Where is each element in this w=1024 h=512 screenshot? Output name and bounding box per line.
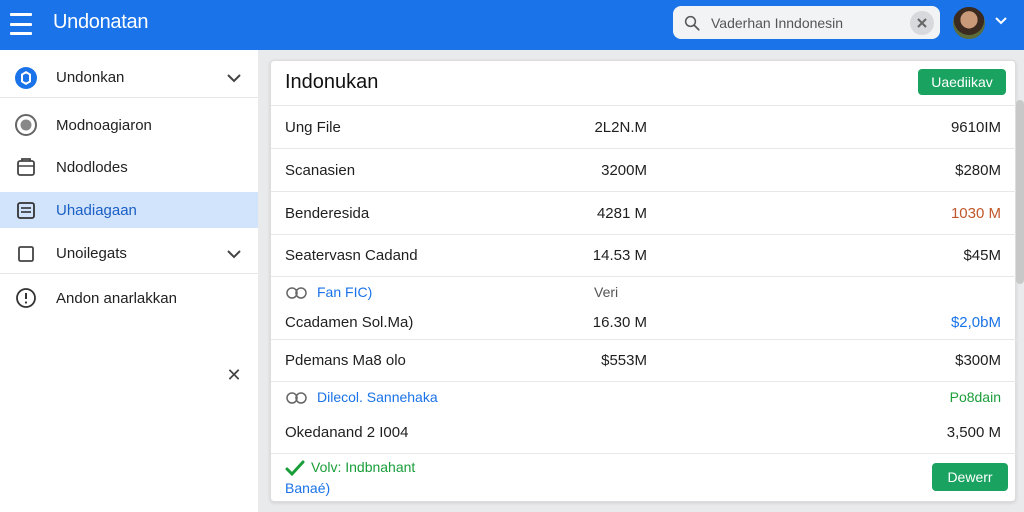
row-amount: 9610IM: [950, 119, 1001, 136]
sidebar-item-label: Undonkan: [56, 69, 125, 86]
sidebar: Undonkan Modnoagiaron Ndodlodes Uhadiaga…: [0, 50, 258, 512]
table-row[interactable]: Pdemans Ma8 olo $553M $300M: [271, 339, 1017, 381]
scrollbar-thumb[interactable]: [1016, 100, 1024, 284]
table-row[interactable]: Ung File 2L2N.M 9610IM: [271, 105, 1017, 148]
top-app-bar: Undonatan Vaderhan Inndonesin: [0, 0, 1024, 50]
user-avatar[interactable]: [951, 5, 987, 41]
top-action-button[interactable]: Uaediikav: [918, 69, 1006, 95]
table-row[interactable]: Scanasien 3200M $280M: [271, 148, 1017, 191]
footer-note-line2: Banaé): [285, 480, 331, 496]
chevron-down-icon[interactable]: [226, 246, 242, 262]
row-name: Benderesida: [285, 205, 370, 222]
search-icon: [684, 15, 700, 31]
row-name: Scanasien: [285, 162, 356, 179]
row-value: Veri: [594, 284, 619, 300]
row-value: 14.53 M: [592, 247, 647, 264]
clear-icon[interactable]: [910, 11, 934, 35]
footer-note-line1: Volv: Indbnahant: [311, 459, 416, 475]
app-title: Undonatan: [53, 11, 149, 33]
folder-icon: [17, 158, 35, 176]
sidebar-item-uhadiagaan[interactable]: Uhadiagaan: [0, 192, 258, 228]
chevron-down-icon[interactable]: [994, 14, 1008, 28]
page-title: Indonukan: [285, 71, 379, 93]
sidebar-item-label: Modnoagiaron: [56, 116, 152, 134]
row-value: 4281 M: [596, 205, 647, 222]
close-icon[interactable]: ✕: [225, 366, 243, 384]
table-row[interactable]: Benderesida 4281 M 1030 M: [271, 191, 1017, 234]
row-name: Dilecol. Sannehaka: [317, 389, 438, 405]
sidebar-item-label: Uhadiagaan: [56, 201, 137, 219]
checkbox-icon: [18, 245, 34, 262]
sidebar-item-ndodlodes[interactable]: Ndodlodes: [0, 147, 258, 187]
hamburger-menu-icon[interactable]: [10, 13, 34, 35]
row-name: Fan FIC): [317, 284, 373, 300]
table-row[interactable]: Okedanand 2 I004 3,500 M: [271, 411, 1017, 453]
document-icon: [17, 202, 35, 219]
sidebar-item-label: Andon anarlakkan: [56, 289, 177, 307]
sidebar-item-label: Unoilegats: [56, 245, 127, 262]
sidebar-item-unoilegats[interactable]: Unoilegats: [0, 234, 258, 274]
divider: [271, 453, 1017, 454]
row-amount: 3,500 M: [946, 424, 1001, 441]
row-name: Pdemans Ma8 olo: [285, 352, 406, 369]
bottom-action-button[interactable]: Dewerr: [932, 463, 1008, 491]
content-card: Indonukan Uaediikav Ung File 2L2N.M 9610…: [270, 60, 1017, 502]
sidebar-item-andon-anarlakkan[interactable]: Andon anarlakkan: [0, 278, 258, 318]
row-amount: 1030 M: [950, 205, 1001, 222]
row-name: Ung File: [285, 119, 341, 136]
sidebar-item-modnoagiaron[interactable]: Modnoagiaron: [0, 105, 258, 145]
row-value: $553M: [601, 352, 647, 369]
check-icon: [285, 460, 305, 477]
row-name: Okedanand 2 I004: [285, 424, 409, 441]
row-amount: Po8dain: [949, 389, 1001, 405]
row-name: Seatervasn Cadand: [285, 247, 418, 264]
row-amount: $2,0bM: [950, 314, 1001, 331]
row-amount: $300M: [955, 352, 1001, 369]
sidebar-item-undonkan[interactable]: Undonkan: [0, 58, 258, 98]
info-icon: [16, 288, 36, 308]
table-row[interactable]: Ccadamen Sol.Ma) 16.30 M $2,0bM: [271, 306, 1017, 339]
row-name: Ccadamen Sol.Ma): [285, 314, 414, 331]
table-subrow[interactable]: Dilecol. Sannehaka Po8dain: [271, 381, 1017, 411]
table-row[interactable]: Seatervasn Cadand 14.53 M $45M: [271, 234, 1017, 276]
sidebar-item-label: Ndodlodes: [56, 158, 128, 176]
link-icon: [286, 392, 307, 404]
row-amount: $45M: [963, 247, 1001, 264]
row-amount: $280M: [955, 162, 1001, 179]
app-logo-icon: [15, 66, 37, 89]
link-icon: [286, 287, 307, 299]
row-value: 16.30 M: [592, 314, 647, 331]
search-bar[interactable]: Vaderhan Inndonesin: [673, 6, 940, 39]
circle-settings-icon: [15, 114, 37, 136]
row-value: 3200M: [601, 162, 647, 179]
chevron-down-icon[interactable]: [226, 70, 242, 86]
row-value: 2L2N.M: [594, 119, 647, 136]
search-input[interactable]: Vaderhan Inndonesin: [711, 15, 843, 31]
table-subrow[interactable]: Fan FIC) Veri: [271, 276, 1017, 306]
